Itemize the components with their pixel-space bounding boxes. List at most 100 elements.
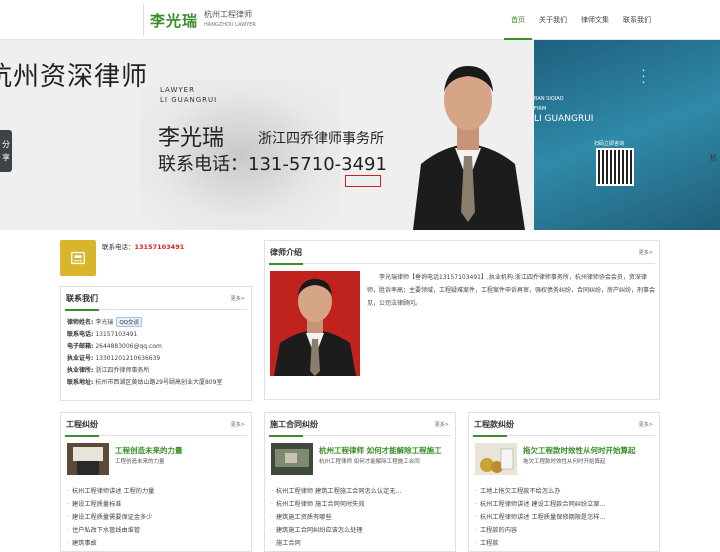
featured-headline[interactable]: 拖欠工程款时效性从何时开始算起 bbox=[523, 445, 636, 456]
list-item[interactable]: 建筑事故 bbox=[67, 537, 247, 550]
list-item[interactable]: 住户私改下水管线由谁管 bbox=[67, 524, 247, 537]
top-header: 李光瑞 杭州工程律师 HANGZHOU LAWYER 首页 关于我们 律师文集 … bbox=[0, 0, 720, 40]
banner-right-panel: BAN SIQIAO FIRM LI GUANGRUI • • • 扫码立即咨询 杭 bbox=[534, 40, 720, 230]
nav-articles[interactable]: 律师文集 bbox=[574, 0, 616, 40]
list-item[interactable]: 工程款 bbox=[475, 537, 655, 550]
qr-code[interactable] bbox=[596, 148, 634, 186]
list-item[interactable]: 杭州工程律师 建筑工程施工合同怎么认定无... bbox=[271, 485, 451, 498]
section-title: 工程纠纷 bbox=[66, 420, 98, 429]
list-item[interactable]: 建筑施工资质有哪些 bbox=[271, 511, 451, 524]
contact-card-title: 联系我们 bbox=[66, 294, 98, 303]
contact-row-address: 联系地址: 杭州市西湖区黄姑山路29号颐高创业大厦809室 bbox=[67, 377, 222, 386]
banner-headline: 杭州资深律师 bbox=[0, 62, 149, 92]
news-thumbnail bbox=[271, 443, 313, 475]
intro-text: 李光瑞律师【垂询电话13157103491】,执业机构:浙江四乔律师事务所，杭州… bbox=[367, 274, 656, 307]
list-item[interactable]: 建设工程质量标准 bbox=[67, 498, 247, 511]
list-item[interactable]: 杭州工程律师讲述 工程质量保修期限是怎样... bbox=[475, 511, 655, 524]
section-more-link[interactable]: 更多> bbox=[435, 421, 449, 428]
section-card-contract: 施工合同纠纷 更多> 杭州工程律师 如何才能解除工程施工 杭州工程律师 如何才能… bbox=[264, 412, 456, 552]
featured-subtitle: 杭州工程律师 如何才能解除工程施工合同 bbox=[319, 459, 420, 465]
featured-headline[interactable]: 工程创造未来的力量 bbox=[115, 445, 183, 456]
lawyer-photo[interactable] bbox=[270, 271, 360, 376]
news-list: 杭州工程律师 建筑工程施工合同怎么认定无... 杭州工程律师 施工合同何时失效 … bbox=[271, 485, 451, 550]
contact-row-license: 执业证号: 13301201210636639 bbox=[67, 353, 160, 362]
row-value: 杭州市西湖区黄姑山路29号颐高创业大厦809室 bbox=[95, 379, 223, 386]
logo-subtitle: HANGZHOU LAWYER bbox=[204, 22, 256, 28]
row-key: 电子邮箱: bbox=[67, 343, 94, 350]
row-key: 执业律所: bbox=[67, 367, 94, 374]
banner-en-line1: LAWYER bbox=[160, 86, 195, 94]
contact-phone-strip: 联系电话：13157103491 bbox=[102, 241, 184, 251]
news-thumbnail bbox=[67, 443, 109, 475]
list-item[interactable]: 杭州工程律师讲述 工程的力量 bbox=[67, 485, 247, 498]
intro-more-link[interactable]: 更多> bbox=[639, 249, 653, 256]
share-label: 分享 bbox=[2, 140, 10, 162]
banner-firm: 浙江四乔律师事务所 bbox=[258, 131, 384, 147]
contact-row-phone: 联系电话: 13157103491 bbox=[67, 329, 137, 338]
main-nav: 首页 关于我们 律师文集 联系我们 bbox=[504, 0, 658, 40]
section-more-link[interactable]: 更多> bbox=[639, 421, 653, 428]
share-button[interactable]: 分享 bbox=[0, 130, 12, 172]
intro-card-title: 律师介绍 bbox=[270, 248, 302, 257]
list-item[interactable]: 施工合同 bbox=[271, 537, 451, 550]
list-item[interactable]: 杭州工程律师讲述 建设工程款合同纠纷立案... bbox=[475, 498, 655, 511]
qq-chat-button[interactable]: QQ交谈 bbox=[116, 317, 143, 327]
news-list: 工地上拖欠工程款不给怎么办 杭州工程律师讲述 建设工程款合同纠纷立案... 杭州… bbox=[475, 485, 655, 550]
row-value[interactable]: 2644883006@qq.com bbox=[95, 343, 162, 350]
section-title: 施工合同纠纷 bbox=[270, 420, 318, 429]
section-more-link[interactable]: 更多> bbox=[231, 421, 245, 428]
news-list: 杭州工程律师讲述 工程的力量 建设工程质量标准 建设工程质量需要保证金多少 住户… bbox=[67, 485, 247, 550]
list-item[interactable]: 工地上拖欠工程款不给怎么办 bbox=[475, 485, 655, 498]
logo-title: 杭州工程律师 bbox=[204, 10, 253, 19]
lawyer-portrait bbox=[413, 66, 525, 230]
nav-contact[interactable]: 联系我们 bbox=[616, 0, 658, 40]
section-card-payment: 工程款纠纷 更多> 拖欠工程款时效性从何时开始算起 拖欠工程款时效性从何时开始算… bbox=[468, 412, 660, 552]
card-divider bbox=[65, 309, 247, 311]
featured-subtitle: 拖欠工程款时效性从何时开始算起 bbox=[523, 459, 606, 465]
qr-label: 扫码立即咨询 bbox=[594, 141, 625, 147]
contact-phone-number[interactable]: 13157103491 bbox=[135, 243, 185, 251]
list-item[interactable]: 建筑施工合同纠纷应该怎么处理 bbox=[271, 524, 451, 537]
banner-side-char: 杭 bbox=[710, 154, 717, 162]
row-key: 联系地址: bbox=[67, 379, 94, 386]
nav-about[interactable]: 关于我们 bbox=[532, 0, 574, 40]
featured-news[interactable]: 杭州工程律师 如何才能解除工程施工 杭州工程律师 如何才能解除工程施工合同 bbox=[271, 443, 471, 477]
hero-banner[interactable]: 杭州资深律师 LAWYER LI GUANGRUI 李光瑞 浙江四乔律师事务所 … bbox=[0, 40, 720, 230]
nav-home[interactable]: 首页 bbox=[504, 0, 532, 40]
phone-icon bbox=[60, 240, 96, 276]
row-value: 浙江四乔律师事务所 bbox=[95, 367, 150, 374]
contact-row-name: 律师姓名: 李光瑞 QQ交谈 bbox=[67, 317, 143, 327]
card-divider bbox=[269, 263, 655, 265]
list-item[interactable]: 杭州工程律师 施工合同何时失效 bbox=[271, 498, 451, 511]
card-divider bbox=[65, 435, 247, 437]
row-value: 13157103491 bbox=[95, 331, 138, 338]
featured-news[interactable]: 拖欠工程款时效性从何时开始算起 拖欠工程款时效性从何时开始算起 bbox=[475, 443, 675, 477]
contact-card: 联系我们 更多> 律师姓名: 李光瑞 QQ交谈 联系电话: 13157103491… bbox=[60, 286, 252, 401]
row-key: 联系电话: bbox=[67, 331, 94, 338]
banner-name: 李光瑞 bbox=[158, 126, 225, 151]
logo-name: 李光瑞 bbox=[150, 11, 199, 30]
banner-phone: 联系电话：131-5710-3491 bbox=[158, 154, 387, 175]
row-key: 律师姓名: bbox=[67, 319, 94, 326]
row-value: 13301201210636639 bbox=[95, 355, 161, 362]
site-logo[interactable]: 李光瑞 杭州工程律师 HANGZHOU LAWYER bbox=[143, 4, 256, 36]
seal-stamp bbox=[345, 175, 381, 187]
featured-headline[interactable]: 杭州工程律师 如何才能解除工程施工 bbox=[319, 445, 442, 456]
intro-card: 律师介绍 更多> 李光瑞律师【垂询电话13157103491】,执业机构:浙江四… bbox=[264, 240, 660, 400]
list-item[interactable]: 建设工程质量需要保证金多少 bbox=[67, 511, 247, 524]
card-divider bbox=[269, 435, 451, 437]
news-thumbnail bbox=[475, 443, 517, 475]
banner-en-line2: LI GUANGRUI bbox=[160, 96, 218, 104]
contact-row-email: 电子邮箱: 2644883006@qq.com bbox=[67, 341, 162, 350]
contact-row-firm: 执业律所: 浙江四乔律师事务所 bbox=[67, 365, 149, 374]
contact-phone-label: 联系电话： bbox=[102, 243, 135, 251]
featured-news[interactable]: 工程创造未来的力量 工程创造未来的力量 bbox=[67, 443, 267, 477]
list-item[interactable]: 工程款的内容 bbox=[475, 524, 655, 537]
contact-more-link[interactable]: 更多> bbox=[231, 295, 245, 302]
banner-right-line1: BAN SIQIAO bbox=[534, 96, 564, 102]
banner-right-name: LI GUANGRUI bbox=[534, 114, 594, 124]
decorative-dots: • • • bbox=[642, 68, 645, 86]
section-card-engineering: 工程纠纷 更多> 工程创造未来的力量 工程创造未来的力量 杭州工程律师讲述 工程… bbox=[60, 412, 252, 552]
banner-right-line2: FIRM bbox=[534, 106, 547, 112]
card-divider bbox=[473, 435, 655, 437]
